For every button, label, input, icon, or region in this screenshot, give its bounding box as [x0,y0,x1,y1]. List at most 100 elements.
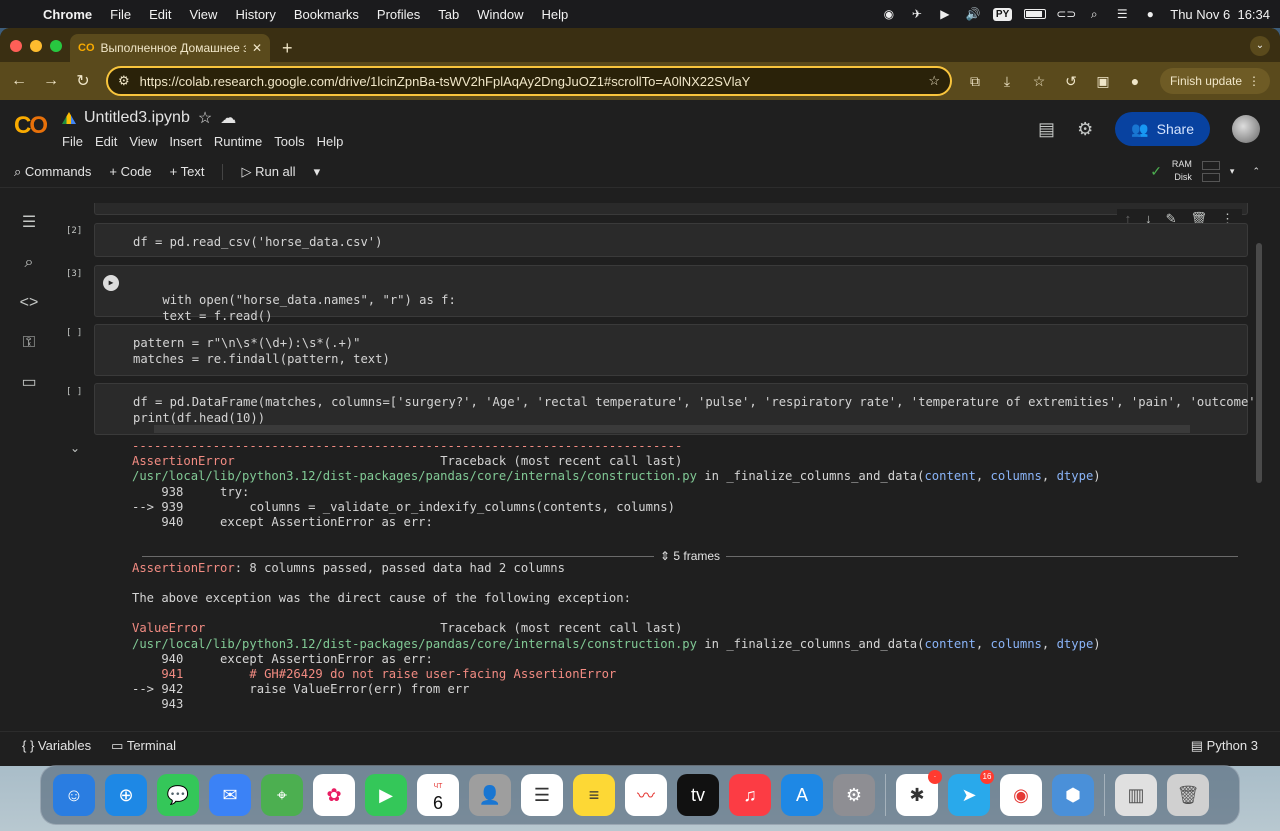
cell-code[interactable]: pattern = r"\n\s*(\d+):\s*(.+)" matches … [133,336,390,366]
menubar-clock[interactable]: Thu Nov 6 16:34 [1170,7,1270,22]
maps-icon[interactable]: ⌖ [261,774,303,816]
menu-help[interactable]: Help [533,7,578,22]
colab-menu-view[interactable]: View [129,134,157,149]
menu-bookmarks[interactable]: Bookmarks [285,7,368,22]
share-button[interactable]: 👥 Share [1115,112,1210,146]
close-tab-icon[interactable]: ✕ [252,41,262,55]
colab-menu-insert[interactable]: Insert [169,134,202,149]
files-folder-icon[interactable]: ▭ [19,373,39,393]
add-code-button[interactable]: + Code [109,164,151,179]
close-window-button[interactable] [10,40,22,52]
keyboard-layout-indicator[interactable]: PY [992,7,1013,21]
code-snippets-icon[interactable]: <> [19,293,39,313]
colab-menu-edit[interactable]: Edit [95,134,117,149]
bookmarks-icon[interactable]: ☆ [1030,73,1048,90]
browser-tab-active[interactable]: CO Выполненное Домашнее за ✕ [70,34,270,62]
profile-avatar-icon[interactable]: ● [1126,73,1144,89]
kernel-indicator[interactable]: ▤ Python 3 [1191,738,1258,754]
url-text[interactable]: https://colab.research.google.com/drive/… [140,74,919,89]
resource-monitor[interactable]: ✓ RAM Disk ▾ ⌃ [1150,158,1260,184]
calendar-icon[interactable]: ЧТ 6 [417,774,459,816]
star-icon[interactable]: ☆ [198,108,212,128]
downloads-icon[interactable]: ⤓ [998,73,1016,90]
documents-stack-icon[interactable]: ▥ [1115,774,1157,816]
contacts-icon[interactable]: 👤 [469,774,511,816]
music-icon[interactable]: ♫ [729,774,771,816]
find-replace-icon[interactable]: ⌕ [19,253,39,273]
freeform-icon[interactable]: 〰 [625,774,667,816]
user-avatar[interactable] [1232,115,1260,143]
collapse-output-icon[interactable]: ⌄ [70,441,80,455]
cell-code[interactable]: with open("horse_data.names", "r") as f:… [133,293,456,323]
facetime-icon[interactable]: ▶ [365,774,407,816]
code-cell[interactable]: ▶ with open("horse_data.names", "r") as f… [94,265,1248,323]
menu-tab[interactable]: Tab [429,7,468,22]
mail-icon[interactable]: ✉ [209,774,251,816]
zoom-window-button[interactable] [50,40,62,52]
notebook-name[interactable]: Untitled3.ipynb [84,109,190,127]
menu-history[interactable]: History [226,7,284,22]
traceback-path[interactable]: /usr/local/lib/python3.12/dist-packages/… [132,637,697,651]
new-tab-button[interactable]: + [282,34,293,62]
safari-icon[interactable]: ⊕ [105,774,147,816]
extensions-icon[interactable]: ⧉ [966,73,984,90]
menu-view[interactable]: View [180,7,226,22]
magic-icon[interactable]: ✈ [909,7,925,21]
apple-tv-icon[interactable]: tv [677,774,719,816]
comments-icon[interactable]: ▤ [1038,119,1055,140]
wheat-app-icon[interactable]: ✱ · [896,770,942,816]
system-settings-icon[interactable]: ⚙ [833,774,875,816]
telegram-icon[interactable]: ➤ 16 [948,770,994,816]
volume-icon[interactable]: 🔊 [965,7,981,21]
siri-icon[interactable]: ● [1142,7,1158,21]
add-text-button[interactable]: + Text [170,164,205,179]
menu-file[interactable]: File [101,7,140,22]
menu-edit[interactable]: Edit [140,7,180,22]
finish-update-button[interactable]: Finish update ⋮ [1159,68,1270,94]
settings-gear-icon[interactable]: ⚙ [1077,119,1093,140]
secrets-key-icon[interactable]: ⚿ [19,333,39,353]
terminal-button[interactable]: ▭ Terminal [111,738,176,754]
collapsed-frames-toggle[interactable]: ⇕ 5 frames [142,548,1239,564]
tab-search-chevron-icon[interactable]: ⌄ [1250,36,1270,56]
menu-window[interactable]: Window [468,7,532,22]
control-center-icon[interactable]: ☰ [1114,7,1130,21]
vertical-scrollbar[interactable] [1256,243,1262,483]
variables-button[interactable]: { } Variables [22,738,91,753]
cloud-saved-icon[interactable]: ☁ [220,108,236,128]
chrome-icon[interactable]: ◉ [1000,774,1042,816]
minimize-window-button[interactable] [30,40,42,52]
app-store-icon[interactable]: A [781,774,823,816]
cell-code[interactable]: df = pd.read_csv('horse_data.csv') [133,235,382,249]
menu-app-name[interactable]: Chrome [34,7,101,22]
previous-cell-stub[interactable] [94,203,1248,215]
link-icon[interactable]: ⊂⊃ [1056,7,1076,21]
runtime-dropdown-icon[interactable]: ▾ [1230,166,1235,177]
collapse-header-icon[interactable]: ⌃ [1252,166,1260,177]
horizontal-scrollbar[interactable] [154,425,1190,433]
finder-icon[interactable]: ☺ [53,774,95,816]
history-icon[interactable]: ↺ [1062,73,1080,90]
trash-icon[interactable]: 🗑 [1167,774,1209,816]
bookmark-star-icon[interactable]: ☆ [928,73,940,89]
menu-profiles[interactable]: Profiles [368,7,429,22]
colab-menu-help[interactable]: Help [317,134,344,149]
address-bar[interactable]: ⚙ https://colab.research.google.com/driv… [106,66,952,96]
photos-icon[interactable]: ✿ [313,774,355,816]
colab-menu-runtime[interactable]: Runtime [214,134,262,149]
table-of-contents-icon[interactable]: ☰ [19,213,39,233]
site-info-icon[interactable]: ⚙ [118,73,130,89]
messages-icon[interactable]: 💬 [157,774,199,816]
play-icon[interactable]: ▶ [937,7,953,21]
back-arrow-icon[interactable]: ← [10,72,28,90]
screenshot-icon[interactable]: ▣ [1094,73,1112,90]
reload-icon[interactable]: ↻ [74,71,92,91]
battery-icon[interactable] [1024,9,1047,19]
cell-code[interactable]: df = pd.DataFrame(matches, columns=['sur… [133,395,1262,425]
code-cell[interactable]: pattern = r"\n\s*(\d+):\s*(.+)" matches … [94,324,1248,376]
run-all-button[interactable]: ▷ Run all [241,164,295,180]
run-all-dropdown-icon[interactable]: ▾ [314,164,321,180]
notes-icon[interactable]: ≡ [573,774,615,816]
colab-menu-tools[interactable]: Tools [274,134,304,149]
run-cell-button[interactable]: ▶ [103,275,119,291]
